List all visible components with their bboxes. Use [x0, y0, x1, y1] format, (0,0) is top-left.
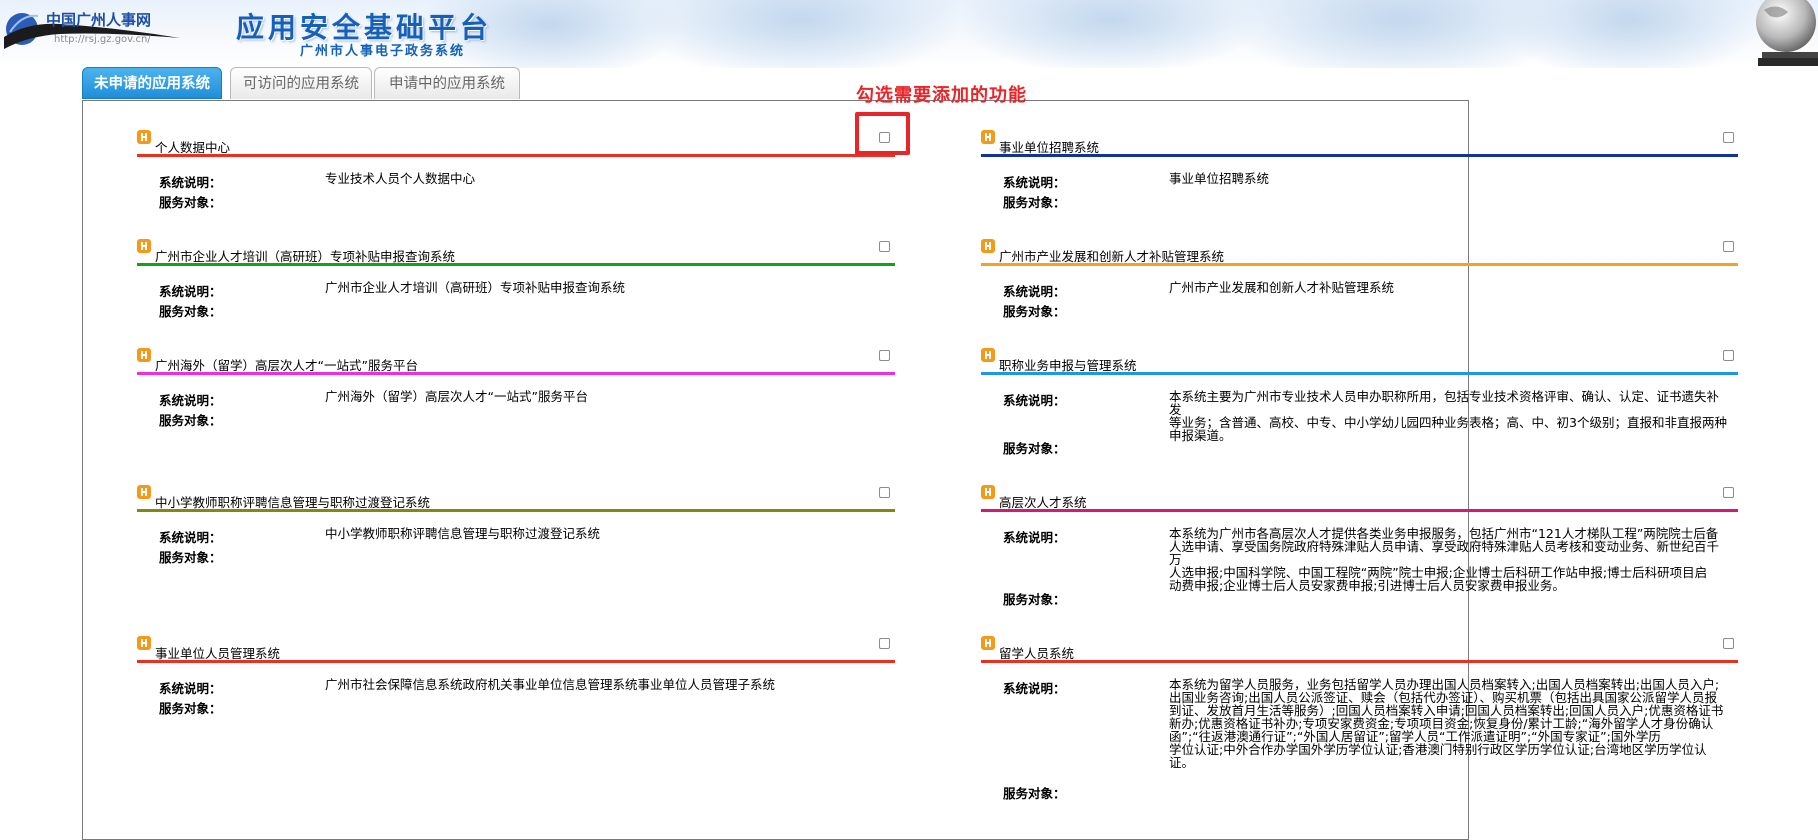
system-card: 广州市产业发展和创新人才补贴管理系统 系统说明： 广州市产业发展和创新人才补贴管…	[981, 239, 1801, 319]
select-checkbox[interactable]	[879, 638, 890, 649]
system-icon	[137, 485, 151, 499]
system-icon	[981, 130, 995, 144]
service-label: 服务对象：	[159, 304, 222, 319]
description-text: 广州市企业人才培训（高研班）专项补贴申报查询系统	[325, 280, 626, 295]
annotation-highlight-box	[855, 112, 910, 155]
select-checkbox[interactable]	[879, 487, 890, 498]
service-label: 服务对象：	[1003, 786, 1066, 801]
service-label: 服务对象：	[1003, 304, 1066, 319]
description-label: 系统说明：	[1003, 393, 1066, 408]
divider-line	[137, 660, 895, 663]
select-checkbox[interactable]	[1723, 132, 1734, 143]
description-text: 广州海外（留学）高层次人才“一站式”服务平台	[325, 389, 588, 404]
system-icon	[981, 239, 995, 253]
select-checkbox[interactable]	[1723, 638, 1734, 649]
tab-unapplied-systems[interactable]: 未申请的应用系统	[82, 67, 222, 99]
tab-accessible-systems[interactable]: 可访问的应用系统	[230, 67, 372, 99]
system-icon	[981, 348, 995, 362]
system-card: 高层次人才系统 系统说明： 本系统为广州市各高层次人才提供各类业务申报服务，包括…	[981, 485, 1801, 607]
service-label: 服务对象：	[159, 413, 222, 428]
system-card: 留学人员系统 系统说明： 本系统为留学人员服务，业务包括留学人员办理出国人员档案…	[981, 636, 1801, 801]
description-label: 系统说明：	[1003, 530, 1066, 545]
divider-line	[981, 263, 1738, 266]
logo-title: 中国广州人事网	[46, 11, 152, 29]
divider-line	[981, 660, 1738, 663]
divider-line	[137, 154, 895, 157]
divider-line	[981, 509, 1738, 512]
system-card: 广州海外（留学）高层次人才“一站式”服务平台 系统说明： 广州海外（留学）高层次…	[137, 348, 976, 428]
service-label: 服务对象：	[1003, 195, 1066, 210]
select-checkbox[interactable]	[879, 350, 890, 361]
divider-line	[137, 509, 895, 512]
service-label: 服务对象：	[159, 701, 222, 716]
globe-icon	[1756, 0, 1818, 66]
system-icon	[137, 239, 151, 253]
divider-line	[137, 263, 895, 266]
divider-line	[981, 154, 1738, 157]
system-icon	[981, 636, 995, 650]
tab-applying-systems[interactable]: 申请中的应用系统	[374, 67, 520, 99]
system-icon	[981, 485, 995, 499]
description-text: 中小学教师职称评聘信息管理与职称过渡登记系统	[325, 526, 601, 541]
platform-subtitle: 广州市人事电子政务系统	[300, 44, 466, 59]
system-icon	[137, 636, 151, 650]
page-header: 中国广州人事网 http://rsj.gz.gov.cn/ 应用安全基础平台 广…	[0, 0, 1818, 68]
annotation-callout: 勾选需要添加的功能	[856, 85, 1027, 106]
systems-panel: 个人数据中心 系统说明： 专业技术人员个人数据中心 服务对象： 广州市企业人才培…	[82, 100, 1738, 840]
system-card: 中小学教师职称评聘信息管理与职称过渡登记系统 系统说明： 中小学教师职称评聘信息…	[137, 485, 976, 565]
service-label: 服务对象：	[159, 195, 222, 210]
system-card: 广州市企业人才培训（高研班）专项补贴申报查询系统 系统说明： 广州市企业人才培训…	[137, 239, 976, 319]
service-label: 服务对象：	[1003, 441, 1066, 456]
description-label: 系统说明：	[1003, 681, 1066, 696]
system-icon	[137, 130, 151, 144]
divider-line	[137, 372, 895, 375]
description-text: 本系统为留学人员服务，业务包括留学人员办理出国人员档案转入;出国人员档案转出;出…	[1169, 677, 1724, 770]
select-checkbox[interactable]	[879, 241, 890, 252]
service-label: 服务对象：	[159, 550, 222, 565]
system-card: 职称业务申报与管理系统 系统说明： 本系统主要为广州市专业技术人员申办职称所用，…	[981, 348, 1801, 456]
description-text: 广州市产业发展和创新人才补贴管理系统	[1169, 280, 1395, 295]
select-checkbox[interactable]	[1723, 487, 1734, 498]
description-text: 事业单位招聘系统	[1169, 171, 1270, 186]
logo-url: http://rsj.gz.gov.cn/	[54, 34, 151, 45]
description-text: 专业技术人员个人数据中心	[325, 171, 476, 186]
system-icon	[137, 348, 151, 362]
select-checkbox[interactable]	[1723, 350, 1734, 361]
system-card: 个人数据中心 系统说明： 专业技术人员个人数据中心 服务对象：	[137, 130, 976, 210]
divider-line	[981, 372, 1738, 375]
system-card: 事业单位人员管理系统 系统说明： 广州市社会保障信息系统政府机关事业单位信息管理…	[137, 636, 976, 716]
description-text: 广州市社会保障信息系统政府机关事业单位信息管理系统事业单位人员管理子系统	[325, 677, 776, 692]
select-checkbox[interactable]	[1723, 241, 1734, 252]
system-card: 事业单位招聘系统 系统说明： 事业单位招聘系统 服务对象：	[981, 130, 1801, 210]
service-label: 服务对象：	[1003, 592, 1066, 607]
